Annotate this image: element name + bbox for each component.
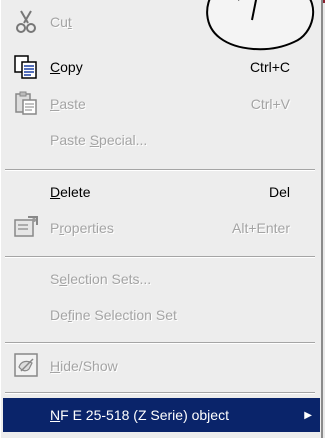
menu-item-properties[interactable]: Properties Alt+Enter xyxy=(1,210,320,246)
menu-item-label: Paste xyxy=(50,96,86,112)
menu-item-delete[interactable]: Delete Del xyxy=(1,174,320,210)
menu-item-label: Cut xyxy=(50,14,72,30)
menu-item-selection-sets[interactable]: Selection Sets... xyxy=(1,261,320,297)
menu-separator xyxy=(5,169,315,171)
menu-item-label: Paste Special... xyxy=(50,132,148,148)
hide-show-icon xyxy=(14,353,38,377)
properties-icon xyxy=(14,216,38,237)
menu-item-label: Copy xyxy=(50,59,83,75)
shortcut-label: Del xyxy=(268,184,290,200)
menu-separator xyxy=(5,256,315,258)
shortcut-label: Ctrl+V xyxy=(250,96,290,112)
menu-item-label: Hide/Show xyxy=(50,358,118,374)
menu-item-paste-special[interactable]: Paste Special... xyxy=(1,122,320,158)
menu-item-paste[interactable]: Paste Ctrl+V xyxy=(1,86,320,122)
menu-item-nf-object[interactable]: NF E 25-518 (Z Serie) object ▶ xyxy=(3,398,320,432)
menu-item-label: Define Selection Set xyxy=(50,307,177,323)
context-menu: Cut Copy Ctrl+C Paste Ctrl+V Paste Speci… xyxy=(0,0,323,438)
menu-item-label: Properties xyxy=(50,220,114,236)
menu-separator xyxy=(5,342,315,344)
menu-item-label: NF E 25-518 (Z Serie) object xyxy=(50,407,229,423)
menu-separator xyxy=(5,392,315,394)
menu-item-hide-show[interactable]: Hide/Show xyxy=(1,348,320,384)
scissors-icon xyxy=(16,10,36,33)
shortcut-label: Ctrl+C xyxy=(249,59,290,75)
submenu-arrow-icon: ▶ xyxy=(304,409,312,421)
mouse-icon xyxy=(206,0,314,51)
paste-icon xyxy=(15,91,37,115)
menu-item-define-selection-set[interactable]: Define Selection Set xyxy=(1,297,320,333)
shortcut-label: Alt+Enter xyxy=(232,220,290,236)
menu-item-label: Delete xyxy=(50,184,91,200)
copy-icon xyxy=(14,55,37,79)
menu-item-label: Selection Sets... xyxy=(50,271,152,287)
